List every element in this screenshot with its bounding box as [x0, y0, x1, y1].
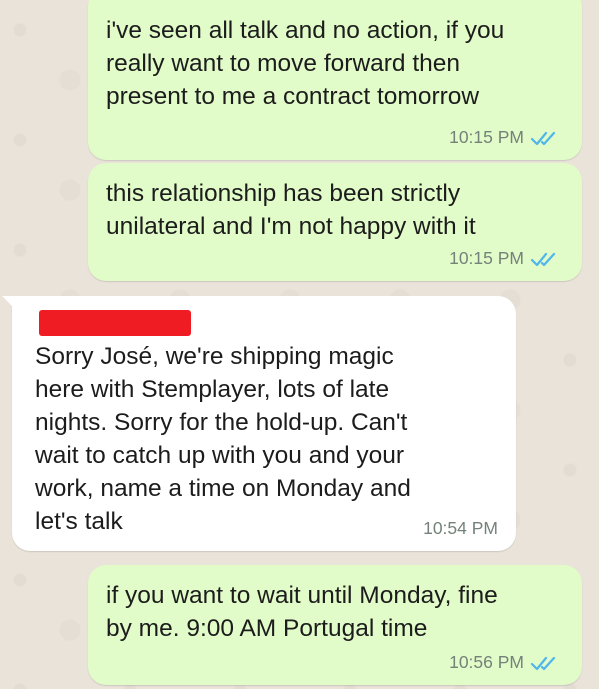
message-text: Sorry José, we're shipping magic here wi… — [35, 343, 411, 535]
message-text: this relationship has been strictly unil… — [106, 180, 476, 240]
incoming-message-bubble[interactable]: Sorry José, we're shipping magic here wi… — [2, 296, 516, 551]
outgoing-message-bubble[interactable]: this relationship has been strictly unil… — [88, 163, 582, 281]
message-meta: 10:56 PM — [449, 652, 560, 673]
outgoing-message-bubble[interactable]: if you want to wait until Monday, fine b… — [88, 565, 582, 685]
bubble-tail — [2, 296, 16, 310]
message-meta: 10:15 PM — [449, 248, 560, 269]
message-meta: 10:54 PM — [423, 518, 498, 539]
double-check-icon — [530, 656, 556, 670]
redacted-sender-name — [39, 310, 191, 336]
message-meta: 10:15 PM — [449, 127, 560, 148]
double-check-icon — [530, 252, 556, 266]
outgoing-message-bubble[interactable]: i've seen all talk and no action, if you… — [88, 0, 582, 160]
message-time: 10:56 PM — [449, 652, 524, 672]
message-time: 10:15 PM — [449, 248, 524, 268]
message-time: 10:54 PM — [423, 518, 498, 538]
double-check-icon — [530, 131, 556, 145]
message-text: if you want to wait until Monday, fine b… — [106, 582, 498, 642]
message-text: i've seen all talk and no action, if you… — [106, 17, 505, 110]
message-time: 10:15 PM — [449, 127, 524, 147]
